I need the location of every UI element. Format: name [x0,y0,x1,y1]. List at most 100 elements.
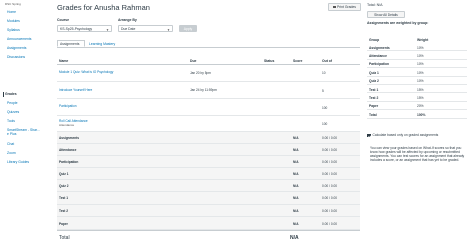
course-select[interactable]: KS-Sp25-Psychology ▼ [57,25,112,32]
course-navigation: DSC Spring Home Modules Syllabus Announc… [0,0,44,243]
nav-item-chat[interactable]: Chat [7,142,14,147]
group-row-participation: Participation N/A 0.00 / 0.00 [57,156,360,168]
group-row-test-1: Test 1 N/A 0.00 / 0.00 [57,192,360,205]
table-row: Introduce Yourself Here Jan 24 by 11:59p… [57,82,360,99]
graded-only-option: Calculate based only on graded assignmen… [367,133,467,137]
nav-item-announcements[interactable]: Announcements [7,37,32,42]
weight-value: 15% [417,87,424,92]
table-row: Roll Call Attendance Attendance 100 [57,116,360,132]
arrange-by-value: Due Date [121,26,136,31]
weight-row: Quiz 2 10% [367,77,467,85]
table-row: Participation 100 [57,99,360,116]
print-grades-button[interactable]: Print Grades [328,3,361,11]
weight-row: Participation 10% [367,60,467,69]
graded-only-label[interactable]: Calculate based only on graded assignmen… [373,133,453,137]
group-score: N/A [293,196,299,200]
group-row-paper: Paper N/A 0.00 / 0.00 [57,217,360,230]
due-date: Jan 20 by 5pm [190,70,211,75]
nav-item-discussions[interactable]: Discussions [7,55,25,60]
col-header-name[interactable]: Name [59,59,68,63]
apply-button[interactable]: Apply [179,25,197,32]
group-points: 0.00 / 0.00 [322,196,338,200]
nav-item-assignments[interactable]: Assignments [7,46,26,51]
weight-group: Assignments [369,45,390,50]
weight-group: Total [369,112,377,117]
group-name: Test 1 [59,196,68,200]
weight-row: Test 1 15% [367,85,467,94]
assignment-link[interactable]: Participation [59,104,77,108]
course-code: DSC Spring [5,2,21,6]
weight-value: 10% [417,62,424,67]
weight-value: 10% [417,45,424,50]
assignment-link[interactable]: Introduce Yourself Here [59,88,92,92]
group-row-quiz-2: Quiz 2 N/A 0.00 / 0.00 [57,180,360,192]
nav-item-zoom[interactable]: Zoom [7,151,16,156]
weight-group: Quiz 1 [369,70,379,75]
col-header-out-of[interactable]: Out of [322,59,332,63]
printer-icon [332,5,336,9]
chevron-down-icon: ▼ [106,27,109,32]
col-header-status[interactable]: Status [264,59,274,63]
weighting-heading: Assignments are weighted by group: [367,21,429,25]
nav-item-grades[interactable]: Grades [5,92,17,97]
group-score: N/A [293,148,299,152]
graded-only-checkbox[interactable] [367,133,371,137]
col-header-score[interactable]: Score [293,59,302,63]
nav-item-tools[interactable]: Tools [7,119,15,124]
nav-item-library-guides[interactable]: Library Guides [7,160,29,165]
arrange-by-label: Arrange By [118,18,137,22]
group-score: N/A [293,208,299,213]
nav-item-home[interactable]: Home [7,10,16,15]
nav-item-quizzes[interactable]: Quizzes [7,110,19,115]
nav-item-modules[interactable]: Modules [7,19,20,24]
group-name: Participation [59,160,79,164]
group-points: 0.00 / 0.00 [322,136,338,140]
group-points: 0.00 / 0.00 [322,184,338,188]
assignment-link[interactable]: Module 1 Quiz: What is IO Psychology [59,70,113,74]
group-name: Quiz 1 [59,172,69,176]
group-score: N/A [293,221,299,226]
weight-row-total: Total 100% [367,110,467,119]
weight-col-group: Group [369,38,380,42]
group-row-quiz-1: Quiz 1 N/A 0.00 / 0.00 [57,168,360,180]
total-row: Total N/A [57,230,360,243]
weight-value: 10% [417,53,424,58]
due-date: Jan 24 by 11:59pm [190,87,217,92]
weight-col-weight: Weight [417,38,429,42]
page-title: Grades for Anusha Rahman [57,3,150,12]
weight-row: Attendance 10% [367,51,467,60]
arrange-by-select[interactable]: Due Date ▼ [118,25,173,32]
group-points: 0.00 / 0.00 [322,172,338,176]
total-score: N/A [290,235,299,241]
weight-row: Test 2 15% [367,93,467,102]
nav-item-people[interactable]: People [7,101,18,106]
group-row-attendance: Attendance N/A 0.00 / 0.00 [57,144,360,156]
nav-item-syllabus[interactable]: Syllabus [7,28,20,33]
group-score: N/A [293,184,299,188]
col-header-due[interactable]: Due [190,59,196,63]
course-select-value: KS-Sp25-Psychology [60,26,93,31]
weight-group: Test 2 [369,95,379,100]
weight-row: Quiz 1 10% [367,68,467,77]
chevron-down-icon: ▼ [167,27,170,32]
group-score: N/A [293,172,299,176]
weight-value: 15% [417,95,424,100]
group-row-assignments: Assignments N/A 0.00 / 0.00 [57,132,360,144]
out-of: 5 [322,88,324,93]
print-grades-label: Print Grades [336,5,357,9]
weight-value: 100% [417,112,426,117]
group-name: Test 2 [59,208,68,213]
table-row: Module 1 Quiz: What is IO Psychology Jan… [57,65,360,82]
show-all-details-button[interactable]: Show All Details [367,11,405,18]
weight-value: 10% [417,70,424,75]
assignment-link[interactable]: Roll Call Attendance [59,119,88,123]
group-name: Quiz 2 [59,184,69,188]
weight-group: Participation [369,62,389,67]
group-points: 0.00 / 0.00 [322,208,338,213]
weight-value: 10% [417,79,424,84]
group-name: Paper [59,221,68,226]
weight-group: Attendance [369,53,387,58]
weight-group: Test 1 [369,87,379,92]
nav-item-smartstream[interactable]: SmartStream - Shar... e Plus [7,128,41,136]
total-label: Total [59,235,70,241]
